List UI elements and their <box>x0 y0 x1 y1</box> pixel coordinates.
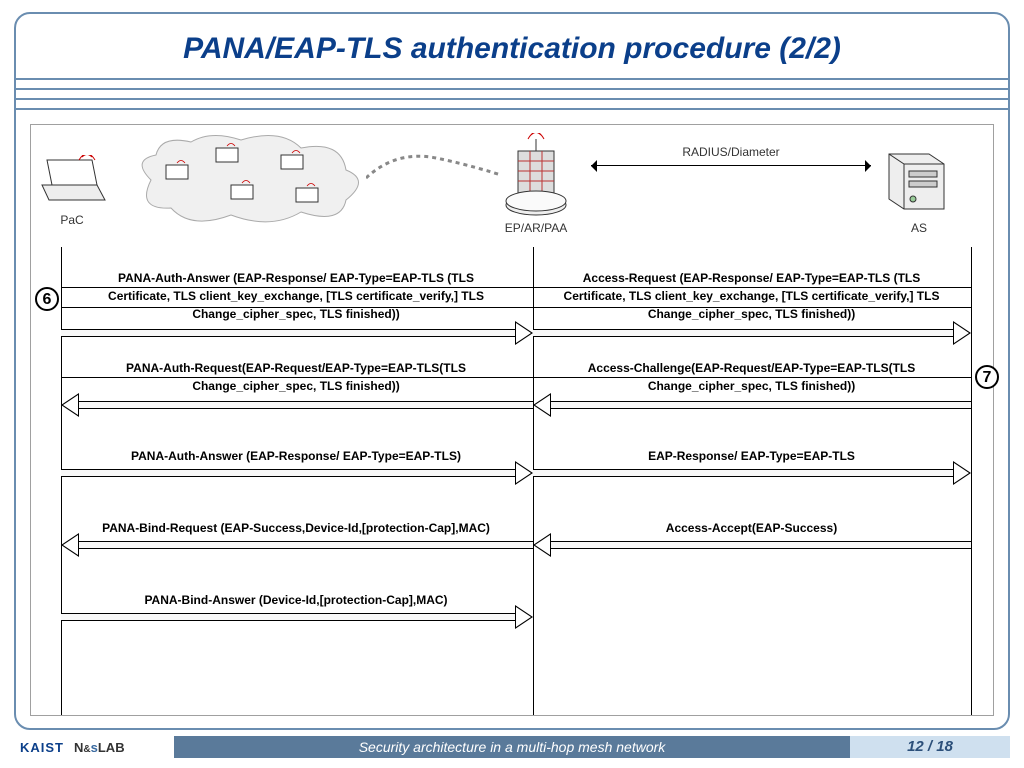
msg-text: Certificate, TLS client_key_exchange, [T… <box>108 289 484 303</box>
page-number: 12 / 18 <box>850 736 1010 758</box>
msg-text: Access-Accept(EAP-Success) <box>666 521 837 535</box>
msg-text: Change_cipher_spec, TLS finished)) <box>648 307 855 321</box>
divider <box>61 287 533 288</box>
msg-9-right: Access-Accept(EAP-Success) <box>539 519 964 537</box>
node-label-pac: PaC <box>37 213 107 227</box>
msg-text: PANA-Bind-Request (EAP-Success,Device-Id… <box>102 521 490 535</box>
laptop-icon <box>37 155 107 210</box>
msg-text: PANA-Auth-Answer (EAP-Response/ EAP-Type… <box>131 449 461 463</box>
msg-6-right: Access-Request (EAP-Response/ EAP-Type=E… <box>539 269 964 323</box>
lifeline-ep <box>533 247 534 715</box>
chain-link-icon <box>366 140 501 190</box>
lifeline-as <box>971 247 972 715</box>
arrow-left-icon <box>61 397 533 413</box>
msg-text: Access-Challenge(EAP-Request/EAP-Type=EA… <box>588 361 916 375</box>
header-decor-lines <box>16 78 1008 120</box>
step-6-marker: 6 <box>35 287 59 311</box>
msg-10-left: PANA-Bind-Answer (Device-Id,[protection-… <box>66 591 526 609</box>
msg-text: PANA-Bind-Answer (Device-Id,[protection-… <box>144 593 447 607</box>
msg-text: PANA-Auth-Request(EAP-Request/EAP-Type=E… <box>126 361 466 375</box>
msg-text: Access-Request (EAP-Response/ EAP-Type=E… <box>583 271 921 285</box>
topology-row: PaC <box>31 125 993 247</box>
msg-text: Change_cipher_spec, TLS finished)) <box>648 379 855 393</box>
msg-9-left: PANA-Bind-Request (EAP-Success,Device-Id… <box>66 519 526 537</box>
msg-text: EAP-Response/ EAP-Type=EAP-TLS <box>648 449 855 463</box>
msg-text: Change_cipher_spec, TLS finished)) <box>192 307 399 321</box>
arrow-left-icon <box>533 537 971 553</box>
divider <box>61 377 533 378</box>
slide-footer: KAIST N&sLAB Security architecture in a … <box>14 736 1010 758</box>
footer-logos: KAIST N&sLAB <box>14 736 174 758</box>
divider <box>61 307 533 308</box>
slide-title: PANA/EAP-TLS authentication procedure (2… <box>16 32 1008 66</box>
server-icon <box>879 139 959 219</box>
arrow-right-icon <box>61 609 533 625</box>
radius-diameter-link <box>591 165 871 166</box>
node-label-ep: EP/AR/PAA <box>481 221 591 235</box>
msg-8-right: EAP-Response/ EAP-Type=EAP-TLS <box>539 447 964 465</box>
logo-nslab: N&sLAB <box>74 740 125 755</box>
arrow-left-icon <box>533 397 971 413</box>
msg-text: PANA-Auth-Answer (EAP-Response/ EAP-Type… <box>118 271 474 285</box>
divider <box>533 377 971 378</box>
msg-text: Certificate, TLS client_key_exchange, [T… <box>564 289 940 303</box>
mesh-cloud-icon <box>131 130 371 230</box>
arrow-right-icon <box>533 325 971 341</box>
arrow-right-icon <box>533 465 971 481</box>
msg-text: Change_cipher_spec, TLS finished)) <box>192 379 399 393</box>
footer-subtitle: Security architecture in a multi-hop mes… <box>174 736 850 758</box>
lifeline-pac <box>61 247 62 715</box>
logo-kaist: KAIST <box>20 740 64 755</box>
msg-8-left: PANA-Auth-Answer (EAP-Response/ EAP-Type… <box>66 447 526 465</box>
node-label-as: AS <box>879 221 959 235</box>
arrow-left-icon <box>61 537 533 553</box>
arrow-right-icon <box>61 325 533 341</box>
router-firewall-icon <box>496 133 576 223</box>
sequence-diagram: 6 7 PANA-Auth-Answer (EAP-Response/ EAP-… <box>31 247 993 715</box>
link-label-radius: RADIUS/Diameter <box>591 145 871 159</box>
arrow-right-icon <box>61 465 533 481</box>
divider <box>533 287 971 288</box>
msg-6-left: PANA-Auth-Answer (EAP-Response/ EAP-Type… <box>66 269 526 323</box>
content-area: PaC <box>30 124 994 716</box>
slide-frame: PANA/EAP-TLS authentication procedure (2… <box>14 12 1010 730</box>
step-7-marker: 7 <box>975 365 999 389</box>
divider <box>533 307 971 308</box>
